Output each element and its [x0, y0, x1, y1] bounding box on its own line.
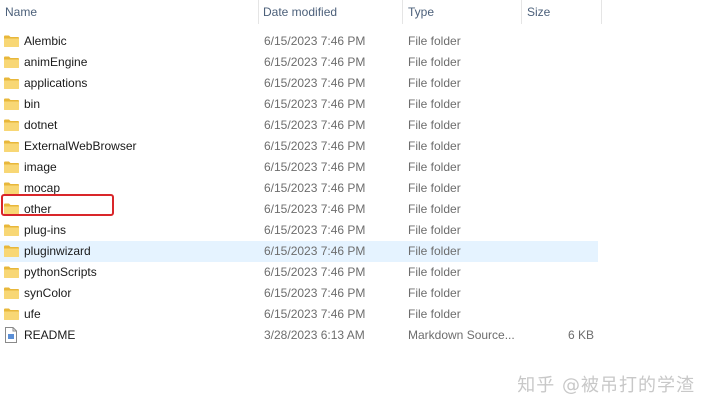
file-size: [522, 73, 594, 94]
column-header-type[interactable]: Type: [403, 0, 522, 24]
file-type: File folder: [408, 223, 461, 237]
file-date-modified: 6/15/2023 7:46 PM: [264, 118, 366, 132]
file-date-modified: 6/15/2023 7:46 PM: [264, 265, 366, 279]
file-date-modified: 6/15/2023 7:46 PM: [264, 160, 366, 174]
file-date-modified: 6/15/2023 7:46 PM: [264, 307, 366, 321]
file-size: [522, 283, 594, 304]
file-size: [522, 199, 594, 220]
file-date-modified: 6/15/2023 7:46 PM: [264, 286, 366, 300]
column-header-size[interactable]: Size: [522, 0, 602, 24]
file-name: image: [24, 160, 57, 174]
file-type: File folder: [408, 160, 461, 174]
file-list-row[interactable]: animEngine 6/15/2023 7:46 PM File folder: [0, 52, 598, 73]
markdown-file-icon: [4, 325, 20, 346]
file-date-modified: 6/15/2023 7:46 PM: [264, 244, 366, 258]
file-type: File folder: [408, 76, 461, 90]
file-type: File folder: [408, 244, 461, 258]
file-name: pluginwizard: [24, 244, 91, 258]
watermark: 知乎 @被吊打的学渣: [517, 375, 695, 396]
file-name: bin: [24, 97, 41, 111]
file-name: Alembic: [24, 34, 67, 48]
file-name: dotnet: [24, 118, 58, 132]
folder-icon: [4, 94, 20, 115]
file-type: File folder: [408, 202, 461, 216]
file-size: [522, 178, 594, 199]
file-size: [522, 262, 594, 283]
file-type: File folder: [408, 139, 461, 153]
file-size: [522, 304, 594, 325]
file-type: File folder: [408, 286, 461, 300]
file-list-row[interactable]: applications 6/15/2023 7:46 PM File folder: [0, 73, 598, 94]
file-list-row[interactable]: pluginwizard 6/15/2023 7:46 PM File folder: [0, 241, 598, 262]
file-list-row[interactable]: image 6/15/2023 7:46 PM File folder: [0, 157, 598, 178]
file-size: [522, 241, 594, 262]
sort-ascending-icon: ^: [121, 0, 133, 3]
file-date-modified: 6/15/2023 7:46 PM: [264, 34, 366, 48]
file-name: README: [24, 328, 76, 342]
file-date-modified: 6/15/2023 7:46 PM: [264, 223, 366, 237]
folder-icon: [4, 31, 20, 52]
file-name: animEngine: [24, 55, 88, 69]
file-size: [522, 31, 594, 52]
file-date-modified: 6/15/2023 7:46 PM: [264, 97, 366, 111]
file-type: File folder: [408, 181, 461, 195]
file-list-row[interactable]: pythonScripts 6/15/2023 7:46 PM File folde…: [0, 262, 598, 283]
file-name: applications: [24, 76, 88, 90]
file-list-row[interactable]: ufe 6/15/2023 7:46 PM File folder: [0, 304, 598, 325]
file-size: [522, 115, 594, 136]
red-highlight-annotation: [1, 194, 114, 216]
file-date-modified: 6/15/2023 7:46 PM: [264, 181, 366, 195]
folder-icon: [4, 283, 20, 304]
file-name: synColor: [24, 286, 72, 300]
folder-icon: [4, 73, 20, 94]
file-list-row[interactable]: bin 6/15/2023 7:46 PM File folder: [0, 94, 598, 115]
file-type: File folder: [408, 118, 461, 132]
column-header-date-modified[interactable]: Date modified: [258, 0, 403, 24]
file-type: File folder: [408, 307, 461, 321]
file-explorer-view: Name ^ Date modified Type Size Alembic 6/…: [0, 0, 709, 413]
file-size: 6 KB: [567, 328, 594, 342]
file-size: [522, 52, 594, 73]
file-type: File folder: [408, 34, 461, 48]
file-date-modified: 6/15/2023 7:46 PM: [264, 139, 366, 153]
folder-icon: [4, 115, 20, 136]
file-list-row[interactable]: Alembic 6/15/2023 7:46 PM File folder: [0, 31, 598, 52]
file-list-row[interactable]: plug-ins 6/15/2023 7:46 PM File folder: [0, 220, 598, 241]
column-divider[interactable]: [601, 0, 602, 24]
file-name: pythonScripts: [24, 265, 97, 279]
file-size: [522, 136, 594, 157]
file-type: File folder: [408, 97, 461, 111]
file-date-modified: 6/15/2023 7:46 PM: [264, 76, 366, 90]
file-date-modified: 6/15/2023 7:46 PM: [264, 202, 366, 216]
file-name: ufe: [24, 307, 41, 321]
file-list-row[interactable]: ExternalWebBrowser 6/15/2023 7:46 PM File …: [0, 136, 598, 157]
folder-icon: [4, 157, 20, 178]
file-size: [522, 157, 594, 178]
file-type: File folder: [408, 265, 461, 279]
file-size: [522, 220, 594, 241]
file-name: ExternalWebBrowser: [24, 139, 137, 153]
folder-icon: [4, 220, 20, 241]
folder-icon: [4, 241, 20, 262]
file-type: File folder: [408, 55, 461, 69]
file-name: plug-ins: [24, 223, 67, 237]
column-header-bar: Name ^ Date modified Type Size: [0, 0, 709, 24]
file-size: [522, 94, 594, 115]
folder-icon: [4, 136, 20, 157]
folder-icon: [4, 52, 20, 73]
file-date-modified: 3/28/2023 6:13 AM: [264, 328, 365, 342]
file-date-modified: 6/15/2023 7:46 PM: [264, 55, 366, 69]
folder-icon: [4, 304, 20, 325]
file-list-row[interactable]: synColor 6/15/2023 7:46 PM File folder: [0, 283, 598, 304]
file-list-row[interactable]: README 3/28/2023 6:13 AM Markdown Source..…: [0, 325, 598, 346]
file-list-row[interactable]: dotnet 6/15/2023 7:46 PM File folder: [0, 115, 598, 136]
folder-icon: [4, 262, 20, 283]
file-type: Markdown Source...: [408, 328, 515, 342]
